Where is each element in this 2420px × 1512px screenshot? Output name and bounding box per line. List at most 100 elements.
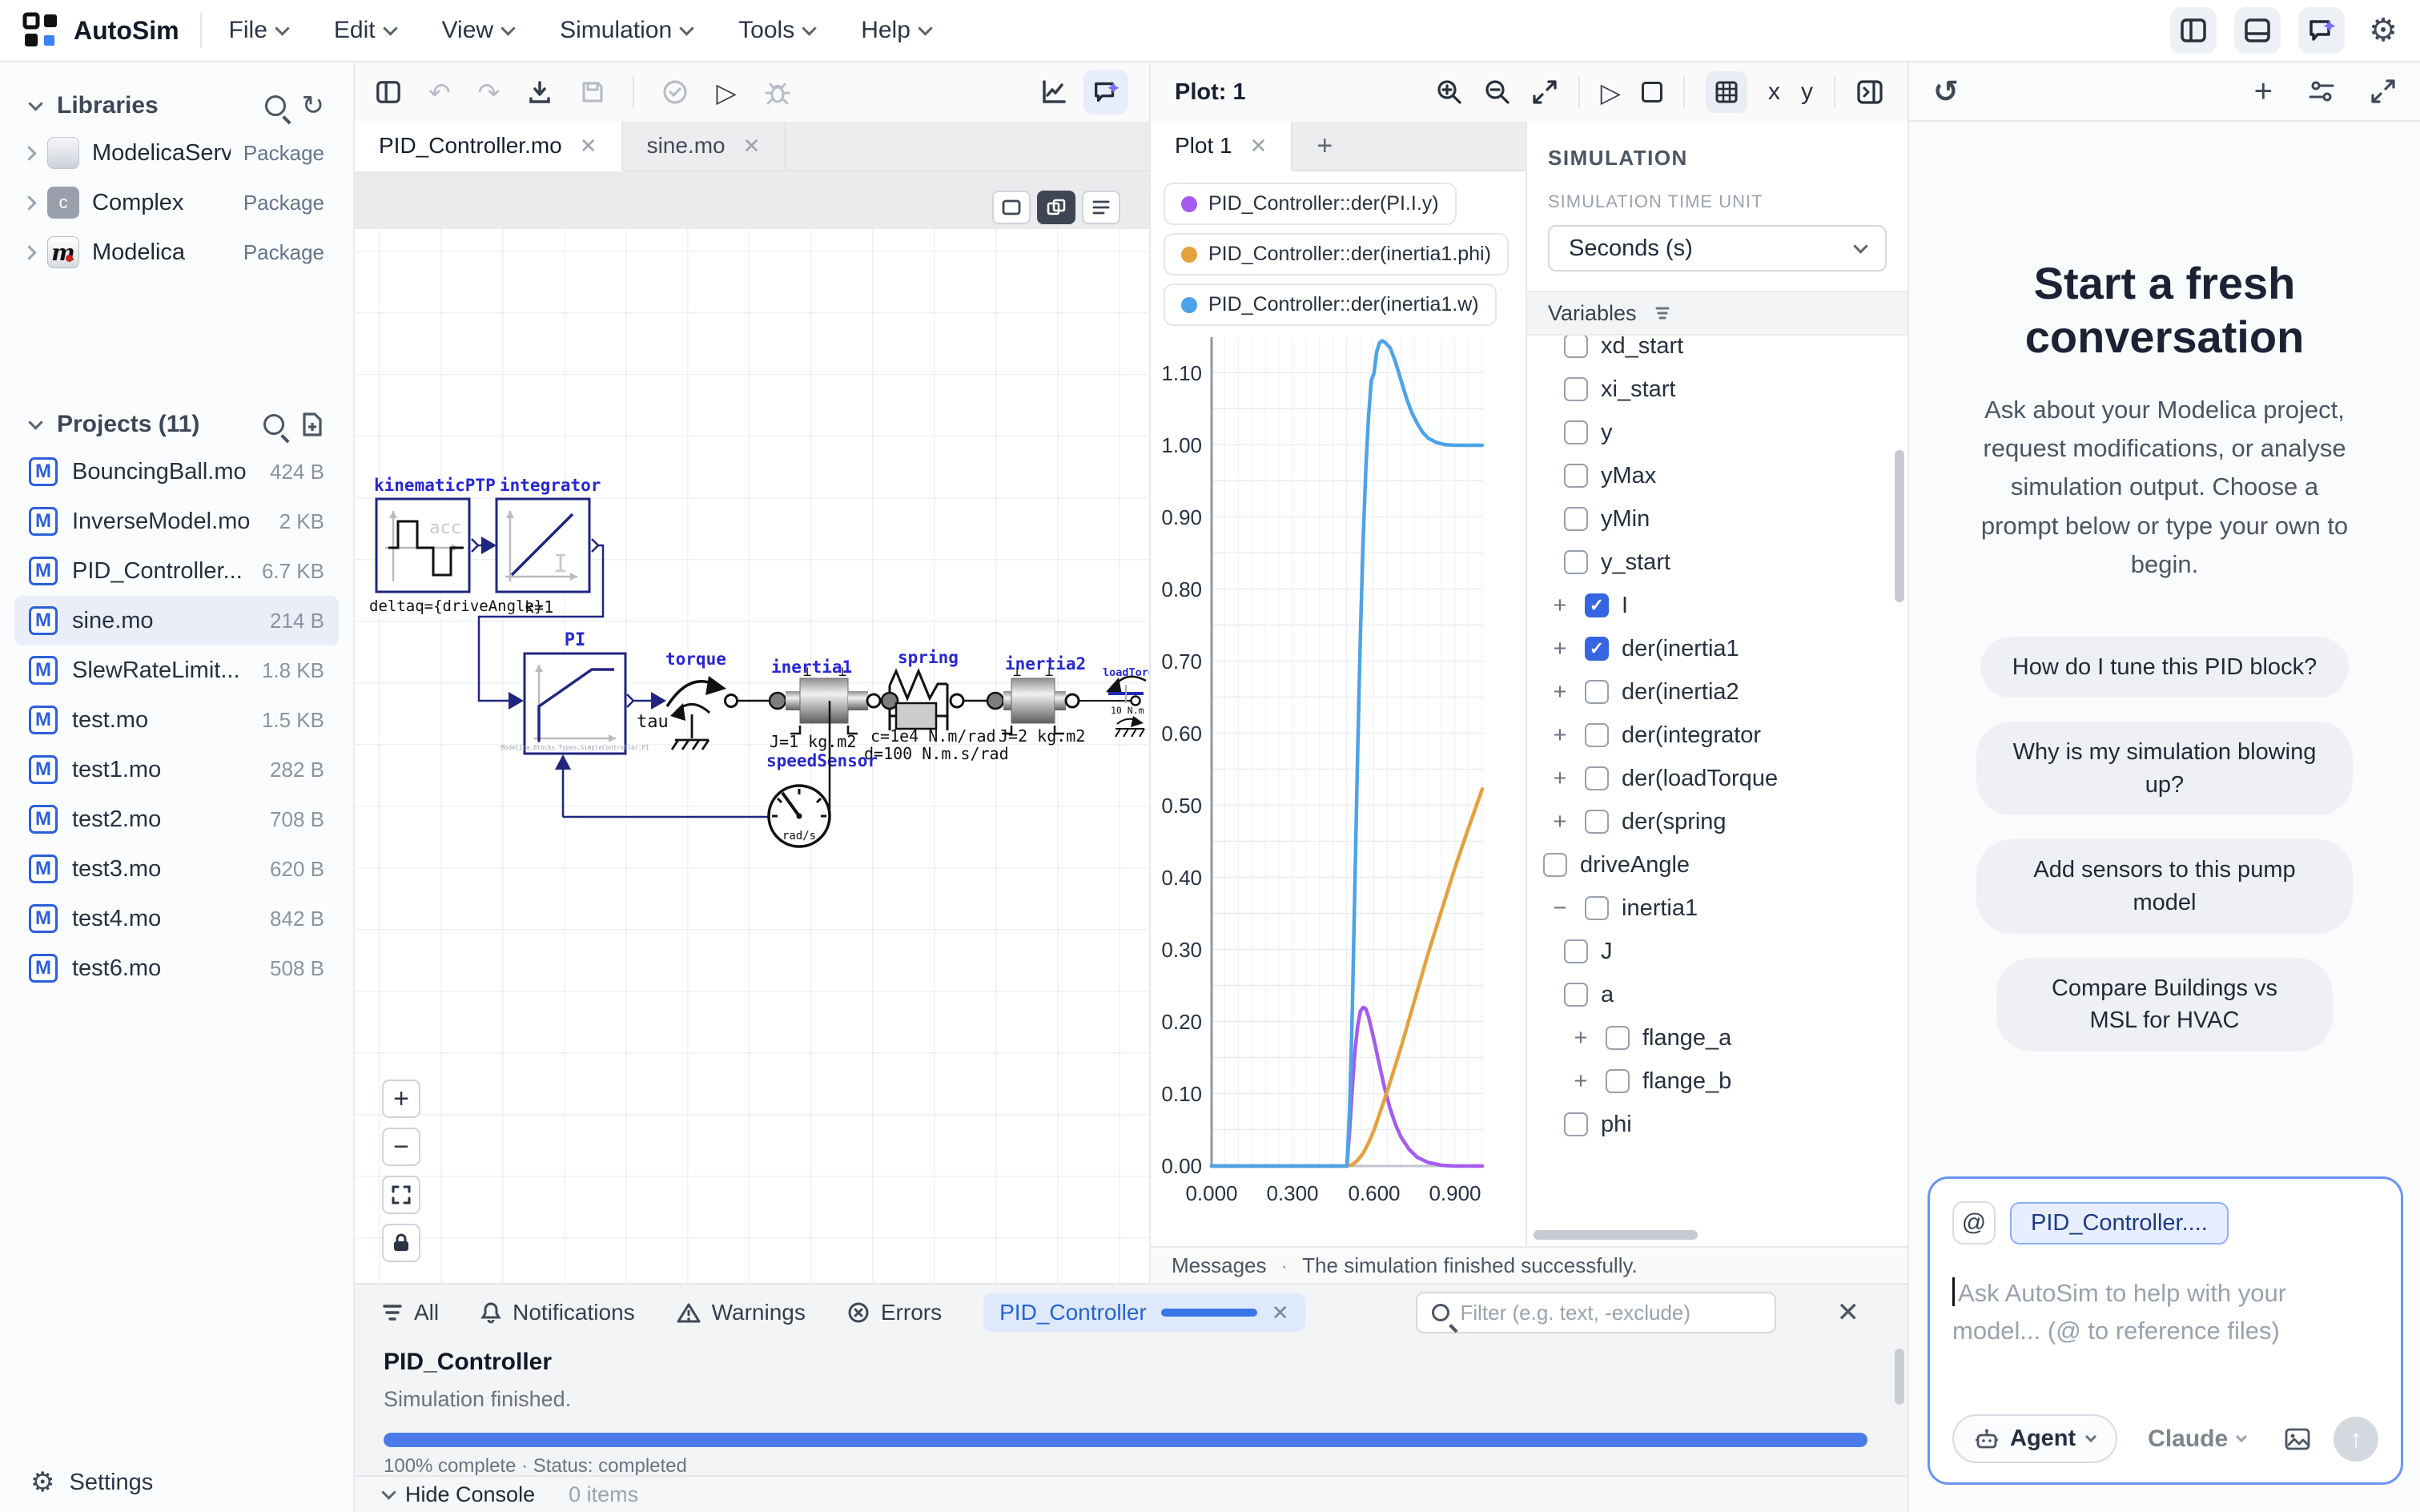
menu-help[interactable]: Help bbox=[861, 17, 931, 44]
checkbox[interactable] bbox=[1564, 550, 1588, 574]
expand-toggle[interactable]: + bbox=[1548, 636, 1572, 662]
checkbox[interactable] bbox=[1585, 593, 1609, 617]
variable-row[interactable]: +flange_b bbox=[1527, 1060, 1907, 1103]
legend-item[interactable]: PID_Controller::der(inertia1.w) bbox=[1164, 284, 1497, 326]
variable-row[interactable]: +I bbox=[1527, 584, 1907, 627]
variable-row[interactable]: phi bbox=[1527, 1103, 1907, 1146]
project-row[interactable]: Mtest.mo1.5 KB bbox=[14, 695, 339, 745]
time-unit-select[interactable]: Seconds (s) bbox=[1548, 225, 1887, 271]
close-tab-icon[interactable]: ✕ bbox=[580, 134, 597, 159]
collapse-panel-right-icon[interactable] bbox=[1856, 78, 1883, 106]
checkbox[interactable] bbox=[1564, 507, 1588, 531]
project-row[interactable]: Mtest2.mo708 B bbox=[14, 794, 339, 844]
attach-image-icon[interactable] bbox=[2284, 1427, 2311, 1451]
expand-toggle[interactable]: + bbox=[1548, 593, 1572, 619]
project-row[interactable]: Mtest6.mo508 B bbox=[14, 943, 339, 993]
plot-zoom-out-icon[interactable] bbox=[1484, 78, 1511, 106]
toggle-ai-chat-button[interactable] bbox=[2298, 7, 2345, 54]
plot-play-icon[interactable]: ▷ bbox=[1601, 79, 1621, 106]
console-tab-notifications[interactable]: Notifications bbox=[480, 1300, 635, 1325]
variable-row[interactable]: xd_start bbox=[1527, 336, 1907, 368]
check-circle-icon[interactable] bbox=[661, 78, 689, 106]
menu-view[interactable]: View bbox=[442, 17, 513, 44]
suggestion-pill[interactable]: Why is my simulation blowing up? bbox=[1976, 722, 2353, 815]
close-tab-icon[interactable]: ✕ bbox=[1250, 134, 1268, 159]
refresh-icon[interactable]: ↻ bbox=[302, 92, 325, 119]
modelica-diagram[interactable]: kinematicPTP acc deltaq={driveAngle} int… bbox=[355, 171, 1149, 1281]
new-chat-icon[interactable]: + bbox=[2254, 74, 2273, 110]
mention-button[interactable]: @ bbox=[1952, 1201, 1996, 1245]
variable-row[interactable]: y_start bbox=[1527, 541, 1907, 584]
debug-icon[interactable] bbox=[764, 78, 791, 106]
close-tab-icon[interactable]: ✕ bbox=[743, 134, 761, 159]
expand-toggle[interactable]: + bbox=[1569, 1068, 1593, 1095]
checkbox[interactable] bbox=[1585, 810, 1609, 834]
toggle-sidebar-icon[interactable] bbox=[376, 79, 401, 105]
chat-input-card[interactable]: @ PID_Controller.... Ask AutoSim to help… bbox=[1928, 1176, 2403, 1485]
menu-tools[interactable]: Tools bbox=[738, 17, 814, 44]
tab-pid-controller[interactable]: PID_Controller.mo✕ bbox=[355, 122, 623, 171]
suggestion-pill[interactable]: How do I tune this PID block? bbox=[1980, 637, 2349, 698]
filter-icon[interactable] bbox=[1654, 305, 1670, 321]
plot-stop-icon[interactable] bbox=[1642, 82, 1662, 103]
checkbox[interactable] bbox=[1564, 983, 1588, 1007]
agent-mode-selector[interactable]: Agent bbox=[1952, 1414, 2117, 1463]
hide-console-button[interactable]: Hide Console bbox=[384, 1482, 535, 1507]
vertical-scrollbar[interactable] bbox=[1895, 450, 1904, 602]
variable-row[interactable]: +der(loadTorque bbox=[1527, 757, 1907, 800]
checkbox[interactable] bbox=[1606, 1026, 1630, 1050]
new-file-icon[interactable] bbox=[300, 412, 324, 437]
console-scrollbar[interactable] bbox=[1895, 1349, 1904, 1405]
project-row-selected[interactable]: Msine.mo214 B bbox=[14, 596, 339, 645]
plot-grid-toggle[interactable] bbox=[1706, 71, 1747, 113]
project-row[interactable]: MInverseModel.mo2 KB bbox=[14, 497, 339, 546]
checkbox[interactable] bbox=[1564, 939, 1588, 963]
horizontal-scrollbar[interactable] bbox=[1534, 1230, 1698, 1240]
run-simulation-icon[interactable]: ▷ bbox=[716, 79, 736, 106]
inertia1-block[interactable] bbox=[800, 678, 848, 723]
search-icon[interactable] bbox=[263, 414, 284, 435]
library-item-modelica[interactable]: m Modelica Package bbox=[0, 227, 353, 277]
model-selector[interactable]: Claude bbox=[2148, 1426, 2245, 1453]
close-console-icon[interactable]: ✕ bbox=[1837, 1297, 1860, 1329]
console-job-chip[interactable]: PID_Controller✕ bbox=[983, 1293, 1304, 1332]
import-icon[interactable] bbox=[527, 79, 553, 105]
settings-gear-icon[interactable]: ⚙ bbox=[2369, 12, 2398, 49]
checkbox[interactable] bbox=[1564, 464, 1588, 488]
variable-row[interactable]: a bbox=[1527, 973, 1907, 1016]
toggle-left-panel-button[interactable] bbox=[2170, 7, 2217, 54]
libraries-header[interactable]: Libraries ↻ bbox=[0, 83, 353, 128]
variable-row[interactable]: yMin bbox=[1527, 497, 1907, 541]
menu-simulation[interactable]: Simulation bbox=[560, 17, 692, 44]
projects-header[interactable]: Projects (11) bbox=[0, 402, 353, 447]
history-icon[interactable]: ↺ bbox=[1933, 74, 1959, 109]
variable-row[interactable]: J bbox=[1527, 930, 1907, 973]
expand-toggle[interactable]: + bbox=[1548, 679, 1572, 706]
variable-row[interactable]: −inertia1 bbox=[1527, 887, 1907, 930]
library-item-complex[interactable]: c Complex Package bbox=[0, 178, 353, 227]
plot-y-axis-button[interactable]: y bbox=[1801, 78, 1813, 106]
expand-toggle[interactable]: + bbox=[1548, 809, 1572, 835]
plot-x-axis-button[interactable]: x bbox=[1768, 78, 1780, 106]
messages-label[interactable]: Messages bbox=[1172, 1253, 1267, 1278]
variable-row[interactable]: +der(inertia1 bbox=[1527, 627, 1907, 670]
plot-tab-1[interactable]: Plot 1✕ bbox=[1151, 122, 1292, 171]
add-plot-tab-button[interactable]: + bbox=[1292, 122, 1357, 170]
expand-toggle[interactable]: + bbox=[1569, 1025, 1593, 1052]
undo-icon[interactable]: ↶ bbox=[428, 79, 451, 106]
open-plot-icon[interactable] bbox=[1040, 78, 1067, 106]
checkbox[interactable] bbox=[1585, 680, 1609, 704]
project-row[interactable]: MSlewRateLimit...1.8 KB bbox=[14, 645, 339, 695]
project-row[interactable]: Mtest1.mo282 B bbox=[14, 745, 339, 794]
variable-row[interactable]: +der(inertia2 bbox=[1527, 670, 1907, 714]
chat-settings-sliders-icon[interactable] bbox=[2308, 78, 2335, 104]
expand-toggle[interactable]: + bbox=[1548, 722, 1572, 749]
collapse-toggle[interactable]: − bbox=[1548, 895, 1572, 922]
checkbox[interactable] bbox=[1543, 853, 1567, 877]
plot-expand-icon[interactable] bbox=[1532, 79, 1558, 105]
plot-zoom-in-icon[interactable] bbox=[1436, 78, 1463, 106]
menu-edit[interactable]: Edit bbox=[334, 17, 396, 44]
checkbox[interactable] bbox=[1564, 336, 1588, 358]
chat-input-placeholder[interactable]: Ask AutoSim to help with your model... (… bbox=[1952, 1275, 2329, 1349]
variable-row[interactable]: yMax bbox=[1527, 454, 1907, 497]
